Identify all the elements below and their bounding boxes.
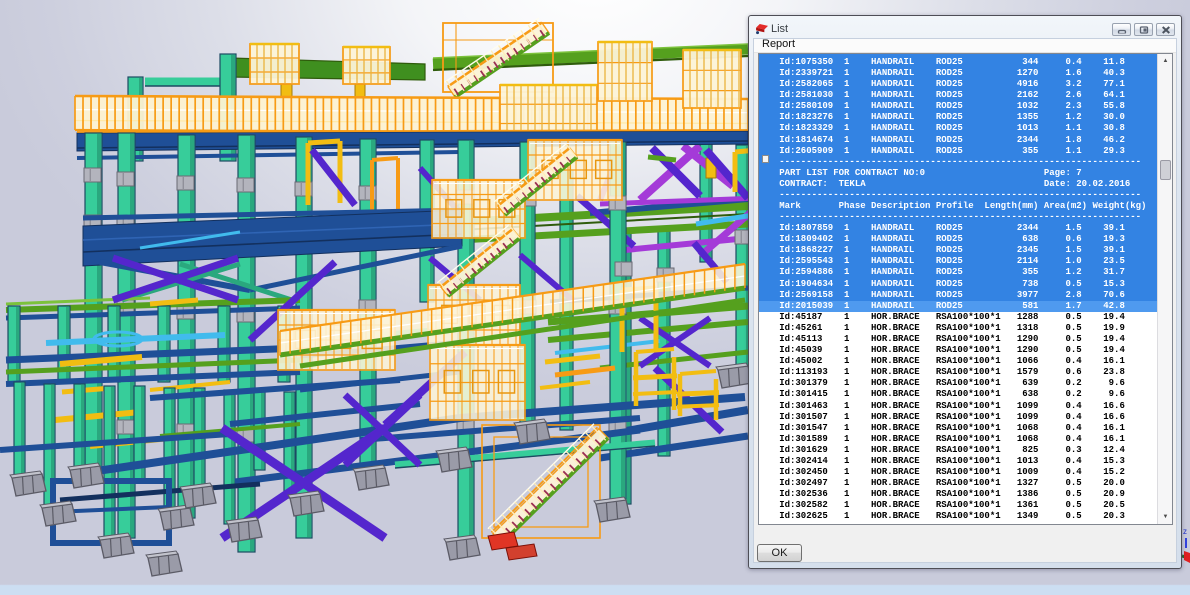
svg-text:z: z [1183, 527, 1187, 536]
